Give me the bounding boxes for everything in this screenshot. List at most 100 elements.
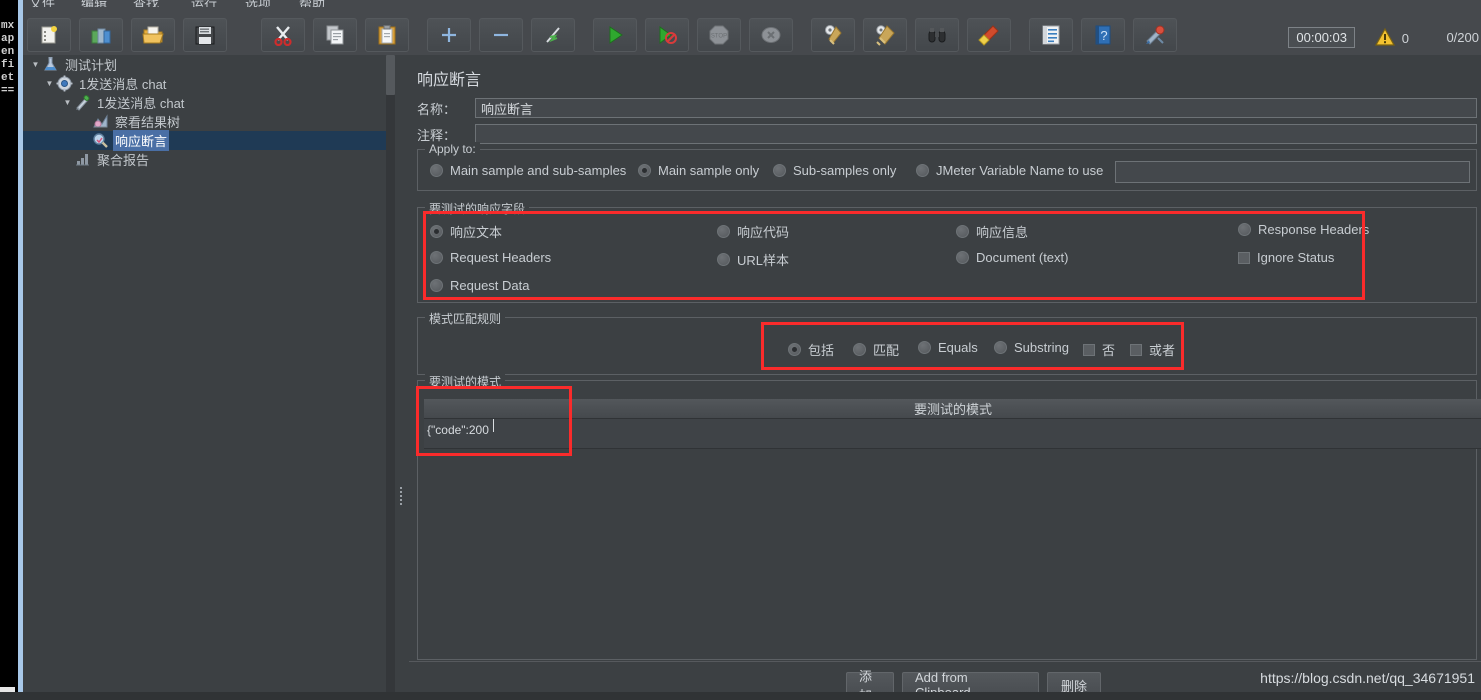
jmeter-variable-input[interactable] <box>1115 161 1470 183</box>
tree-node-label: 聚合报告 <box>97 153 150 168</box>
checkbox-icon[interactable] <box>1083 343 1095 356</box>
tree-node-thread-group[interactable]: ▼ 1发送消息 chat <box>23 74 395 93</box>
option-label: Substring <box>1014 340 1069 355</box>
radio-icon[interactable] <box>717 253 730 266</box>
help-button[interactable]: ? <box>1081 18 1125 52</box>
radio-response-code[interactable]: 响应代码 <box>717 222 789 241</box>
start-button[interactable] <box>593 18 637 52</box>
shutdown-button[interactable] <box>749 18 793 52</box>
tree-scrollbar-thumb[interactable] <box>386 55 395 95</box>
radio-icon[interactable] <box>430 279 443 292</box>
radio-icon[interactable] <box>1238 223 1251 236</box>
panel-splitter[interactable] <box>395 55 409 700</box>
open-file-button[interactable] <box>131 18 175 52</box>
stop-sign-icon: STOP <box>708 24 730 46</box>
tree-node-aggregate-report[interactable]: 聚合报告 <box>23 150 395 169</box>
option-label: Main sample only <box>658 163 760 178</box>
radio-main-sample-only[interactable]: Main sample only <box>638 163 759 178</box>
jmeter-window: mx ap en fi et == 文件 编辑 查找 运行 选项 帮助 <box>0 0 1481 700</box>
radio-matches[interactable]: 匹配 <box>853 340 899 359</box>
save-button[interactable] <box>183 18 227 52</box>
checkbox-or[interactable]: 或者 <box>1130 340 1175 359</box>
radio-response-headers[interactable]: Response Headers <box>1238 222 1369 237</box>
table-row[interactable]: {"code":200 <box>424 419 1481 449</box>
paste-button[interactable] <box>365 18 409 52</box>
paint-tools-button[interactable] <box>1133 18 1177 52</box>
tree-node-response-assertion[interactable]: 响应断言 <box>23 130 395 151</box>
clear-button[interactable] <box>811 18 855 52</box>
expand-toggle-icon[interactable]: ▼ <box>61 98 74 107</box>
warning-triangle-icon <box>1374 27 1395 49</box>
patterns-column-header: 要测试的模式 <box>424 399 1481 419</box>
radio-equals[interactable]: Equals <box>918 340 978 355</box>
expand-toggle-icon[interactable]: ▼ <box>43 79 56 88</box>
name-input[interactable]: 响应断言 <box>475 98 1477 118</box>
tree-scrollbar[interactable] <box>386 55 395 700</box>
reset-search-button[interactable] <box>967 18 1011 52</box>
radio-icon[interactable] <box>717 225 730 238</box>
radio-icon[interactable] <box>638 164 651 177</box>
radio-main-and-sub-samples[interactable]: Main sample and sub-samples <box>430 163 626 178</box>
radio-icon[interactable] <box>994 341 1007 354</box>
menu-item-edit[interactable]: 编辑 <box>81 0 107 7</box>
radio-jmeter-variable-name[interactable]: JMeter Variable Name to use <box>916 163 1103 178</box>
radio-response-message[interactable]: 响应信息 <box>956 222 1028 241</box>
radio-request-headers[interactable]: Request Headers <box>430 250 551 265</box>
clear-all-button[interactable] <box>863 18 907 52</box>
radio-icon[interactable] <box>918 341 931 354</box>
option-label: Equals <box>938 340 978 355</box>
checkbox-icon[interactable] <box>1238 251 1250 264</box>
copy-button[interactable] <box>313 18 357 52</box>
warning-count: 0 <box>1401 31 1409 46</box>
terminal-line: fi <box>1 59 15 71</box>
new-test-plan-button[interactable] <box>27 18 71 52</box>
warning-indicator[interactable]: 0 <box>1374 27 1409 49</box>
search-button[interactable] <box>915 18 959 52</box>
radio-icon[interactable] <box>916 164 929 177</box>
splitter-grip[interactable] <box>399 485 404 511</box>
test-plan-tree[interactable]: ▼ 测试计划 ▼ 1发送消息 chat ▼ 1发送消息 chat 察看结果树 响… <box>23 55 396 700</box>
expand-toggle-icon[interactable]: ▼ <box>29 60 42 69</box>
radio-icon[interactable] <box>788 343 801 356</box>
radio-request-data[interactable]: Request Data <box>430 278 530 293</box>
start-no-timers-button[interactable] <box>645 18 689 52</box>
checkbox-not[interactable]: 否 <box>1083 340 1115 359</box>
radio-icon[interactable] <box>853 343 866 356</box>
paint-tools-icon <box>1144 24 1166 46</box>
tree-node-view-results-tree[interactable]: 察看结果树 <box>23 112 395 131</box>
radio-sub-samples-only[interactable]: Sub-samples only <box>773 163 896 178</box>
menu-item-search[interactable]: 查找 <box>133 0 159 7</box>
menu-item-help[interactable]: 帮助 <box>299 0 325 7</box>
function-helper-button[interactable] <box>1029 18 1073 52</box>
radio-contains[interactable]: 包括 <box>788 340 834 359</box>
radio-icon[interactable] <box>430 164 443 177</box>
radio-icon[interactable] <box>956 225 969 238</box>
menu-item-options[interactable]: 选项 <box>245 0 271 7</box>
checkbox-ignore-status[interactable]: Ignore Status <box>1238 250 1334 265</box>
comment-input[interactable] <box>475 124 1477 144</box>
radio-url-sample[interactable]: URL样本 <box>717 250 789 269</box>
collapse-all-button[interactable] <box>479 18 523 52</box>
templates-button[interactable] <box>79 18 123 52</box>
toggle-enabled-button[interactable] <box>531 18 575 52</box>
tree-node-test-plan[interactable]: ▼ 测试计划 <box>23 55 395 74</box>
option-label: 匹配 <box>873 343 900 358</box>
cut-button[interactable] <box>261 18 305 52</box>
radio-icon[interactable] <box>430 225 443 238</box>
radio-icon[interactable] <box>956 251 969 264</box>
menu-item-file[interactable]: 文件 <box>29 0 55 7</box>
tree-node-sampler[interactable]: ▼ 1发送消息 chat <box>23 93 395 112</box>
radio-substring[interactable]: Substring <box>994 340 1069 355</box>
svg-text:STOP: STOP <box>711 34 727 40</box>
radio-icon[interactable] <box>773 164 786 177</box>
checkbox-icon[interactable] <box>1130 343 1142 356</box>
radio-icon[interactable] <box>430 251 443 264</box>
menu-item-run[interactable]: 运行 <box>191 0 217 7</box>
radio-response-text[interactable]: 响应文本 <box>430 222 502 241</box>
pattern-cell-value[interactable]: {"code":200 <box>424 419 492 441</box>
radio-document-text[interactable]: Document (text) <box>956 250 1068 265</box>
stop-button[interactable]: STOP <box>697 18 741 52</box>
patterns-table[interactable]: 要测试的模式 {"code":200 <box>424 399 1481 451</box>
expand-all-button[interactable] <box>427 18 471 52</box>
option-label: 响应代码 <box>737 225 790 240</box>
